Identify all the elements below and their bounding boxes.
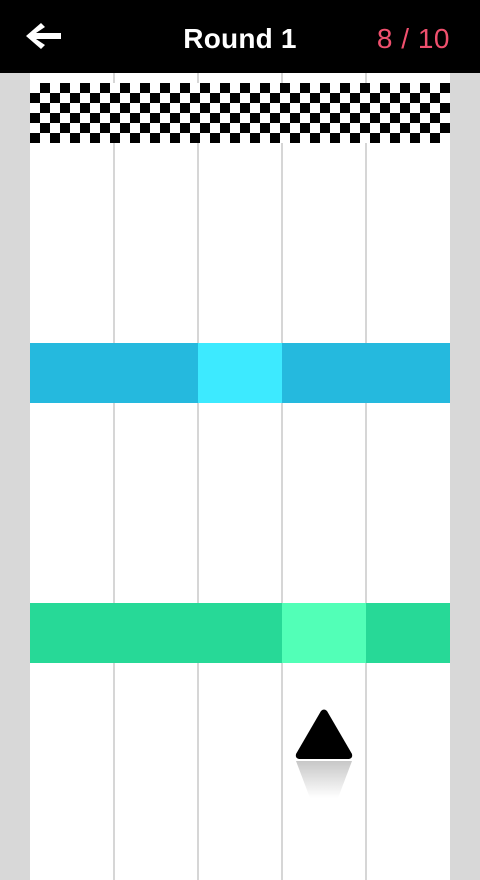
game-board[interactable] — [30, 73, 450, 880]
progress-current: 8 — [376, 23, 393, 54]
blue-bar — [30, 343, 450, 403]
lane-divider — [365, 73, 367, 880]
green-bar — [30, 603, 450, 663]
finish-line — [30, 83, 450, 143]
blue-bar-gap[interactable] — [198, 343, 282, 403]
lane-divider — [281, 73, 283, 880]
blue-bar-segment — [30, 343, 198, 403]
player-triangle-icon[interactable] — [294, 708, 354, 803]
lane-divider — [113, 73, 115, 880]
lane-divider — [197, 73, 199, 880]
top-bar: Round 1 8 / 10 — [0, 0, 480, 73]
green-bar-segment — [366, 603, 450, 663]
green-bar-gap[interactable] — [282, 603, 366, 663]
progress-counter: 8 / 10 — [377, 0, 450, 73]
green-bar-segment — [30, 603, 282, 663]
progress-separator: / — [393, 23, 418, 54]
progress-total: 10 — [417, 23, 450, 54]
blue-bar-segment — [282, 343, 450, 403]
